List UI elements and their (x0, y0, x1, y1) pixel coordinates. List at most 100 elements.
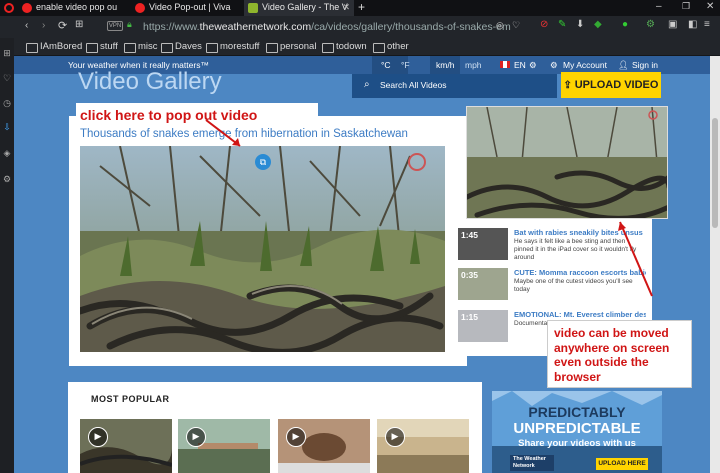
browser-sidebar: ⊞ ♡ ◷ ⇩ ◈ ⚙ (0, 38, 14, 473)
address-bar: ‹ › ⟳ ⊞ VPN 🔒︎ https://www.theweathernet… (0, 16, 720, 38)
annotation-move-anywhere: video can be moved anywhere on screen ev… (547, 320, 692, 388)
tab-title: enable video pop ou (36, 2, 118, 12)
downloads-icon[interactable]: ⇩ (2, 122, 12, 132)
evernote-icon[interactable]: ● (622, 19, 628, 30)
popular-video-thumbnail[interactable]: ▶ (278, 419, 370, 473)
snapshot-icon[interactable]: ◧ (688, 19, 697, 30)
weather-network-logo: The Weather Network (510, 455, 554, 471)
upload-label: UPLOAD VIDEO (574, 79, 659, 91)
floating-video-frame (467, 107, 667, 218)
ad-banner[interactable]: PREDICTABLY UNPREDICTABLE Share your vid… (492, 391, 662, 473)
speed-dial-icon[interactable]: ⊞ (75, 19, 83, 30)
popout-video-button[interactable]: ⧉ (255, 154, 271, 170)
close-window-icon[interactable]: ✕ (706, 1, 714, 12)
heart-sidebar-icon[interactable]: ♡ (2, 73, 12, 83)
play-icon[interactable]: ▶ (286, 427, 306, 447)
restore-window-icon[interactable]: ❐ (682, 1, 690, 12)
play-icon[interactable]: ▶ (186, 427, 206, 447)
search-placeholder: Search All Videos (380, 80, 447, 90)
url-prefix: https://www. (143, 21, 200, 33)
forward-icon[interactable]: › (42, 20, 45, 31)
new-tab-button[interactable]: + (358, 0, 365, 14)
popular-video-thumbnail[interactable]: ▶ (80, 419, 172, 473)
video-thumbnail[interactable]: 0:35 (458, 268, 508, 300)
annotation-arrow (205, 119, 241, 147)
tab-video-gallery[interactable]: Video Gallery - The V ✕ (244, 0, 354, 16)
close-tab-icon[interactable]: ✕ (342, 0, 350, 15)
video-thumbnail[interactable]: 1:15 (458, 310, 508, 342)
language-selector[interactable]: EN (514, 59, 526, 71)
video-thumbnail[interactable]: 1:45 (458, 228, 508, 260)
tab-title: Video Pop-out | Viva (149, 2, 231, 12)
heart-icon[interactable]: ♡ (512, 20, 520, 31)
page-title: Video Gallery (78, 68, 222, 95)
reload-icon[interactable]: ⟳ (58, 19, 67, 32)
back-icon[interactable]: ‹ (25, 20, 28, 31)
ad-upload-button[interactable]: UPLOAD HERE (596, 458, 648, 470)
annotation-line: even outside the (554, 355, 649, 369)
adblock-icon[interactable]: ⊘ (540, 19, 548, 30)
annotation-line: anywhere on screen (554, 340, 670, 355)
tab-video-pop-out-vivaldi[interactable]: Video Pop-out | Viva (131, 0, 243, 16)
popular-video-thumbnail[interactable]: ▶ (377, 419, 469, 473)
tab-enable-video-pop-out[interactable]: enable video pop ou (18, 0, 130, 16)
page-scrollbar[interactable] (710, 56, 720, 473)
gear-icon[interactable]: ⚙ (646, 19, 655, 30)
annotation-line: browser (554, 369, 601, 384)
bookmark-folder[interactable]: todown (322, 41, 367, 53)
unit-mph[interactable]: mph (465, 59, 482, 71)
video-duration: 0:35 (461, 270, 479, 280)
url-path: /ca/videos/gallery/thousands-of-snakes-e… (311, 21, 511, 33)
bookmark-folder[interactable]: morestuff (206, 41, 259, 53)
extension-icon[interactable]: ✎ (558, 19, 566, 30)
speed-dial-sidebar-icon[interactable]: ⊞ (2, 48, 12, 58)
popular-video-thumbnail[interactable]: ▶ (178, 419, 270, 473)
ad-subline: Share your videos with us (518, 438, 636, 449)
url-field[interactable]: https://www.theweathernetwork.com/ca/vid… (143, 19, 513, 35)
video-title-link[interactable]: EMOTIONAL: Mt. Everest climber des... (514, 310, 646, 319)
floating-popout-video[interactable] (466, 106, 668, 219)
bookmark-folder[interactable]: personal (266, 41, 316, 53)
play-icon[interactable]: ▶ (385, 427, 405, 447)
weather-network-tab-icon (248, 3, 258, 13)
shield-icon[interactable]: ◆ (594, 19, 602, 30)
section-title: MOST POPULAR (91, 394, 170, 404)
main-video-player[interactable] (80, 146, 445, 352)
scrollbar-thumb[interactable] (712, 118, 718, 228)
my-account-link[interactable]: My Account (563, 59, 607, 71)
wallet-icon[interactable]: ▣ (668, 19, 677, 30)
lock-icon: 🔒︎ (127, 19, 132, 29)
search-videos-input[interactable]: ⌕ Search All Videos (352, 74, 557, 98)
vpn-badge[interactable]: VPN (107, 21, 123, 31)
bookmark-folder[interactable]: misc (124, 41, 158, 53)
upload-icon: ⇪ (563, 80, 575, 91)
settings-icon[interactable]: ⚙ (2, 174, 12, 184)
bookmark-folder[interactable]: IAmBored (26, 41, 82, 53)
play-icon[interactable]: ▶ (88, 427, 108, 447)
unit-kmh[interactable]: km/h (436, 59, 454, 71)
url-domain: theweathernetwork.com (199, 21, 312, 33)
ad-headline-1: PREDICTABLY (528, 404, 626, 420)
extensions-icon[interactable]: ◈ (2, 148, 12, 158)
minimize-window-icon[interactable]: – (656, 1, 662, 12)
menu-icon[interactable]: ≡ (704, 19, 710, 30)
account-gear-icon: ⚙ (550, 60, 558, 70)
gear-icon[interactable]: ⚙ (529, 59, 537, 71)
video-duration: 1:45 (461, 230, 479, 240)
camera-icon[interactable]: ◎ (496, 20, 504, 31)
bookmark-folder[interactable]: other (373, 41, 409, 53)
web-page: Your weather when it really matters™ °C … (14, 56, 710, 473)
bookmark-folder[interactable]: Daves (161, 41, 202, 53)
unit-fahrenheit[interactable]: °F (401, 59, 410, 71)
opera-tab-icon (22, 3, 32, 13)
sign-in-link[interactable]: Sign in (632, 59, 658, 71)
unit-celsius[interactable]: °C (381, 59, 391, 71)
search-icon: ⌕ (364, 79, 370, 90)
history-icon[interactable]: ◷ (2, 98, 12, 108)
vivaldi-tab-icon (135, 3, 145, 13)
opera-menu-icon[interactable] (4, 3, 14, 13)
download-icon[interactable]: ⬇ (576, 19, 584, 30)
bookmark-folder[interactable]: stuff (86, 41, 118, 53)
upload-video-button[interactable]: ⇪ UPLOAD VIDEO (561, 72, 661, 98)
video-duration: 1:15 (461, 312, 479, 322)
